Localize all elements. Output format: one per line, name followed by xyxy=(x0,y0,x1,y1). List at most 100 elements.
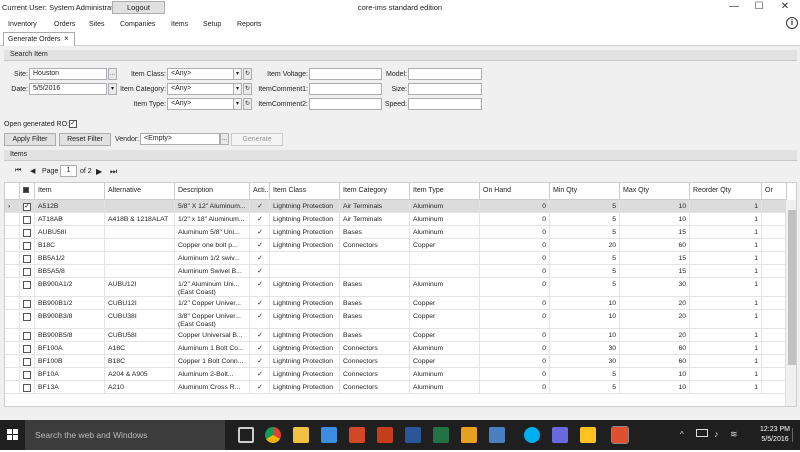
table-row[interactable]: BF100A A18C Aluminum 1 Bolt Co... ✓ Lightnin… xyxy=(5,342,787,355)
menu-orders[interactable]: Orders xyxy=(54,21,75,28)
volume-icon[interactable]: ♪ xyxy=(714,429,719,439)
select-all-checkbox-header[interactable] xyxy=(20,183,35,200)
first-page-icon[interactable]: ⏮ xyxy=(15,167,21,175)
menu-inventory[interactable]: Inventory xyxy=(8,21,37,28)
taskbar-clock[interactable]: 12:23 PM 5/5/2016 xyxy=(756,425,794,445)
word-icon[interactable] xyxy=(405,427,421,443)
skype-icon[interactable] xyxy=(524,427,540,443)
menu-sites[interactable]: Sites xyxy=(89,21,105,28)
menu-setup[interactable]: Setup xyxy=(203,21,221,28)
row-checkbox[interactable] xyxy=(23,255,31,263)
generate-button[interactable]: Generate xyxy=(231,133,283,146)
column-header-3[interactable]: Description xyxy=(175,183,250,200)
item-category-select[interactable]: <Any> xyxy=(167,83,234,95)
close-window-button[interactable]: ✕ xyxy=(772,0,798,15)
column-header-11[interactable]: Reorder Qty xyxy=(690,183,762,200)
menu-items[interactable]: Items xyxy=(171,21,188,28)
column-header-7[interactable]: Item Type xyxy=(410,183,480,200)
chevron-up-icon[interactable]: ^ xyxy=(680,430,684,439)
last-page-icon[interactable]: ⏭ xyxy=(110,167,117,177)
chrome-icon[interactable] xyxy=(265,427,281,443)
reset-filter-button[interactable]: Reset Filter xyxy=(59,133,111,146)
app-icon-3[interactable] xyxy=(489,427,505,443)
taskbar-search-box[interactable]: Search the web and Windows xyxy=(25,420,225,450)
table-row[interactable]: BF100B B18C Copper 1 Bolt Conn... ✓ Lightnin… xyxy=(5,355,787,368)
table-row[interactable]: B18C Copper one bolt p... ✓ Lightning Prote… xyxy=(5,239,787,252)
refresh-icon[interactable]: ↻ xyxy=(243,68,252,80)
powerpoint-icon[interactable] xyxy=(349,427,365,443)
column-header-6[interactable]: Item Category xyxy=(340,183,410,200)
table-row[interactable]: BB900A1/2 AUBU12I 1/2" Aluminum Uni... (Ea… xyxy=(5,278,787,297)
row-checkbox[interactable] xyxy=(23,371,31,379)
site-browse-button[interactable]: ... xyxy=(108,68,117,80)
tab-close-icon[interactable]: × xyxy=(64,34,69,43)
item-comment2-field[interactable] xyxy=(309,98,382,110)
row-checkbox[interactable] xyxy=(23,332,31,340)
item-type-select[interactable]: <Any> xyxy=(167,98,234,110)
row-checkbox[interactable] xyxy=(23,281,31,289)
model-field[interactable] xyxy=(408,68,482,80)
page-input[interactable]: 1 xyxy=(60,165,77,177)
show-desktop-button[interactable] xyxy=(792,428,798,442)
table-row[interactable]: BF10A A204 & A905 Aluminum 2-Bolt... ✓ Light… xyxy=(5,368,787,381)
table-row[interactable]: BB5A5/8 Aluminum Swivel B... ✓ 0 5 15 1 xyxy=(5,265,787,278)
row-checkbox[interactable] xyxy=(23,300,31,308)
excel-icon[interactable] xyxy=(433,427,449,443)
app-icon-2[interactable] xyxy=(377,427,393,443)
site-field[interactable]: Houston xyxy=(29,68,107,80)
windows-start-icon[interactable] xyxy=(0,420,25,450)
network-icon[interactable]: ≋ xyxy=(730,429,738,440)
column-header-5[interactable]: Item Class xyxy=(270,183,340,200)
chevron-down-icon[interactable]: ▾ xyxy=(234,68,242,80)
vendor-browse-button[interactable]: ... xyxy=(220,133,229,145)
column-header-12[interactable]: Or xyxy=(762,183,787,200)
table-row[interactable]: BB5A1/2 Aluminum 1/2 swiv... ✓ 0 5 15 1 xyxy=(5,252,787,265)
next-page-icon[interactable]: ▶ xyxy=(96,167,102,176)
core-ims-app-icon[interactable] xyxy=(611,426,629,444)
table-row[interactable]: AT18AB A418B & 1218ALAT 1/2" x 18" Aluminu… xyxy=(5,213,787,226)
row-checkbox[interactable] xyxy=(23,345,31,353)
column-header-4[interactable]: Acti... xyxy=(250,183,270,200)
row-checkbox[interactable] xyxy=(23,358,31,366)
maximize-button[interactable]: ☐ xyxy=(746,0,772,15)
column-header-9[interactable]: Min Qty xyxy=(550,183,620,200)
logout-button[interactable]: Logout xyxy=(112,1,165,14)
column-header-1[interactable]: Item xyxy=(35,183,105,200)
row-checkbox[interactable]: ✓ xyxy=(23,203,31,211)
row-checkbox[interactable] xyxy=(23,268,31,276)
outlook-icon[interactable] xyxy=(461,427,477,443)
row-checkbox[interactable] xyxy=(23,313,31,321)
column-header-2[interactable]: Alternative xyxy=(105,183,175,200)
vertical-scrollbar[interactable] xyxy=(785,200,796,406)
select-all-checkbox[interactable] xyxy=(23,187,29,193)
scrollbar-thumb[interactable] xyxy=(788,210,796,365)
apply-filter-button[interactable]: Apply Filter xyxy=(4,133,56,146)
chevron-down-icon[interactable]: ▾ xyxy=(234,98,242,110)
table-row[interactable]: BB900B5/8 CUBU58I Copper Universal B... ✓ Li… xyxy=(5,329,787,342)
item-comment1-field[interactable] xyxy=(309,83,382,95)
row-checkbox[interactable] xyxy=(23,384,31,392)
prev-page-icon[interactable]: ◀ xyxy=(30,167,35,175)
table-row[interactable]: › ✓ A512B 5/8" X 12" Aluminum... ✓ Lightning … xyxy=(5,200,787,213)
open-ro-checkbox[interactable]: ✓ xyxy=(69,120,77,128)
battery-icon[interactable] xyxy=(696,429,708,437)
table-row[interactable]: AUBU58I Aluminum 5/8" Uni... ✓ Lightning Pr… xyxy=(5,226,787,239)
info-icon[interactable]: i xyxy=(786,17,798,29)
table-row[interactable]: BB900B3/8 CUBU38I 3/8" Copper Univer... (E… xyxy=(5,310,787,329)
item-class-select[interactable]: <Any> xyxy=(167,68,234,80)
app-icon-4[interactable] xyxy=(552,427,568,443)
chevron-down-icon[interactable]: ▾ xyxy=(234,83,242,95)
menu-reports[interactable]: Reports xyxy=(237,21,262,28)
table-row[interactable]: BB900B1/2 CUBU12I 1/2" Copper Univer... ✓ Li… xyxy=(5,297,787,310)
app-icon[interactable] xyxy=(321,427,337,443)
speed-field[interactable] xyxy=(408,98,482,110)
row-checkbox[interactable] xyxy=(23,242,31,250)
vendor-field[interactable]: <Empty> xyxy=(140,133,220,145)
date-field[interactable]: 5/5/2016 xyxy=(29,83,107,95)
minimize-button[interactable]: — xyxy=(721,0,747,15)
row-checkbox[interactable] xyxy=(23,229,31,237)
size-field[interactable] xyxy=(408,83,482,95)
row-checkbox[interactable] xyxy=(23,216,31,224)
file-explorer-icon[interactable] xyxy=(293,427,309,443)
task-view-icon[interactable] xyxy=(238,427,254,443)
